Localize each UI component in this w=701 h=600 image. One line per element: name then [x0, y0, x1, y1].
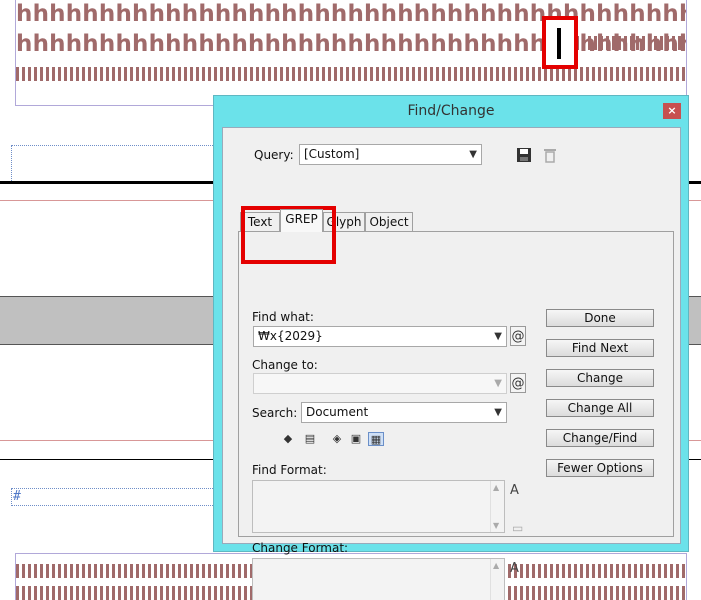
special-characters-find-icon[interactable]: @ [510, 326, 526, 346]
special-characters-change-icon[interactable]: @ [510, 373, 526, 393]
scroll-up-icon[interactable]: ▲ [493, 483, 499, 492]
include-locked-stories-icon[interactable]: ▤ [302, 432, 318, 446]
dialog-title: Find/Change [407, 103, 495, 119]
chevron-down-icon[interactable]: ▼ [494, 403, 502, 422]
search-scope-value: Document [306, 405, 369, 419]
find-what-input[interactable]: ₩x{2029} ▼ [253, 326, 507, 347]
change-all-button[interactable]: Change All [546, 399, 654, 417]
find-change-dialog[interactable]: Find/Change × Query: [Custom] ▼ Text GRE… [213, 95, 689, 600]
fewer-options-button[interactable]: Fewer Options [546, 459, 654, 477]
include-master-pages-icon[interactable]: ▣ [348, 432, 364, 446]
include-footnotes-icon[interactable]: ▦ [368, 432, 384, 446]
find-next-button[interactable]: Find Next [546, 339, 654, 357]
chevron-down-icon[interactable]: ▼ [494, 327, 502, 346]
scrollbar[interactable]: ▲ ▼ [490, 481, 504, 532]
change-to-label: Change to: [252, 358, 318, 372]
text-cursor [557, 28, 561, 59]
query-value: [Custom] [304, 147, 360, 161]
scroll-up-icon[interactable]: ▲ [493, 561, 499, 570]
tab-object[interactable]: Object [365, 212, 413, 231]
dialog-body: Query: [Custom] ▼ Text GREP Glyph Object [222, 127, 681, 600]
delete-query-icon[interactable] [543, 147, 557, 163]
find-format-label: Find Format: [252, 463, 327, 477]
search-label: Search: [252, 406, 298, 420]
include-hidden-layers-icon[interactable]: ◈ [329, 432, 345, 446]
dialog-titlebar[interactable]: Find/Change × [214, 96, 688, 127]
change-find-button[interactable]: Change/Find [546, 429, 654, 447]
page: hhhhhhhhhhhhhhhhhhhhhhhhhhhhhhhhhhhhhhhh… [0, 0, 701, 600]
document-text-line-1: hhhhhhhhhhhhhhhhhhhhhhhhhhhhhhhhhhhhhhhh… [16, 1, 686, 27]
change-format-label: Change Format: [252, 541, 349, 555]
document-text-i-line [16, 67, 686, 81]
save-query-icon[interactable] [516, 147, 532, 163]
empty-frame-guide [11, 488, 221, 506]
done-button[interactable]: Done [546, 309, 654, 327]
include-locked-layers-icon[interactable]: ◆ [280, 432, 296, 446]
find-format-box[interactable]: ▲ ▼ [252, 480, 505, 533]
specify-find-format-icon[interactable]: A [510, 483, 519, 498]
specify-change-format-icon[interactable]: A [510, 561, 519, 576]
scrollbar[interactable]: ▲ ▼ [490, 559, 504, 600]
end-of-story-mark: # [13, 489, 21, 504]
clear-find-format-icon[interactable]: ▭ [512, 521, 523, 535]
chevron-down-icon[interactable]: ▼ [469, 145, 477, 164]
close-button[interactable]: × [663, 103, 681, 119]
change-format-box[interactable]: ▲ ▼ [252, 558, 505, 600]
change-to-input[interactable]: ▼ [253, 373, 507, 394]
query-label: Query: [254, 148, 294, 162]
find-what-value: ₩x{2029} [258, 329, 323, 343]
tab-grep[interactable]: GREP [280, 209, 323, 232]
query-select[interactable]: [Custom] ▼ [299, 144, 482, 165]
search-scope-select[interactable]: Document ▼ [301, 402, 507, 423]
chevron-down-icon[interactable]: ▼ [494, 374, 502, 393]
document-text-i-run [570, 36, 685, 50]
find-what-label: Find what: [252, 310, 314, 324]
scroll-down-icon[interactable]: ▼ [493, 521, 499, 530]
change-button[interactable]: Change [546, 369, 654, 387]
